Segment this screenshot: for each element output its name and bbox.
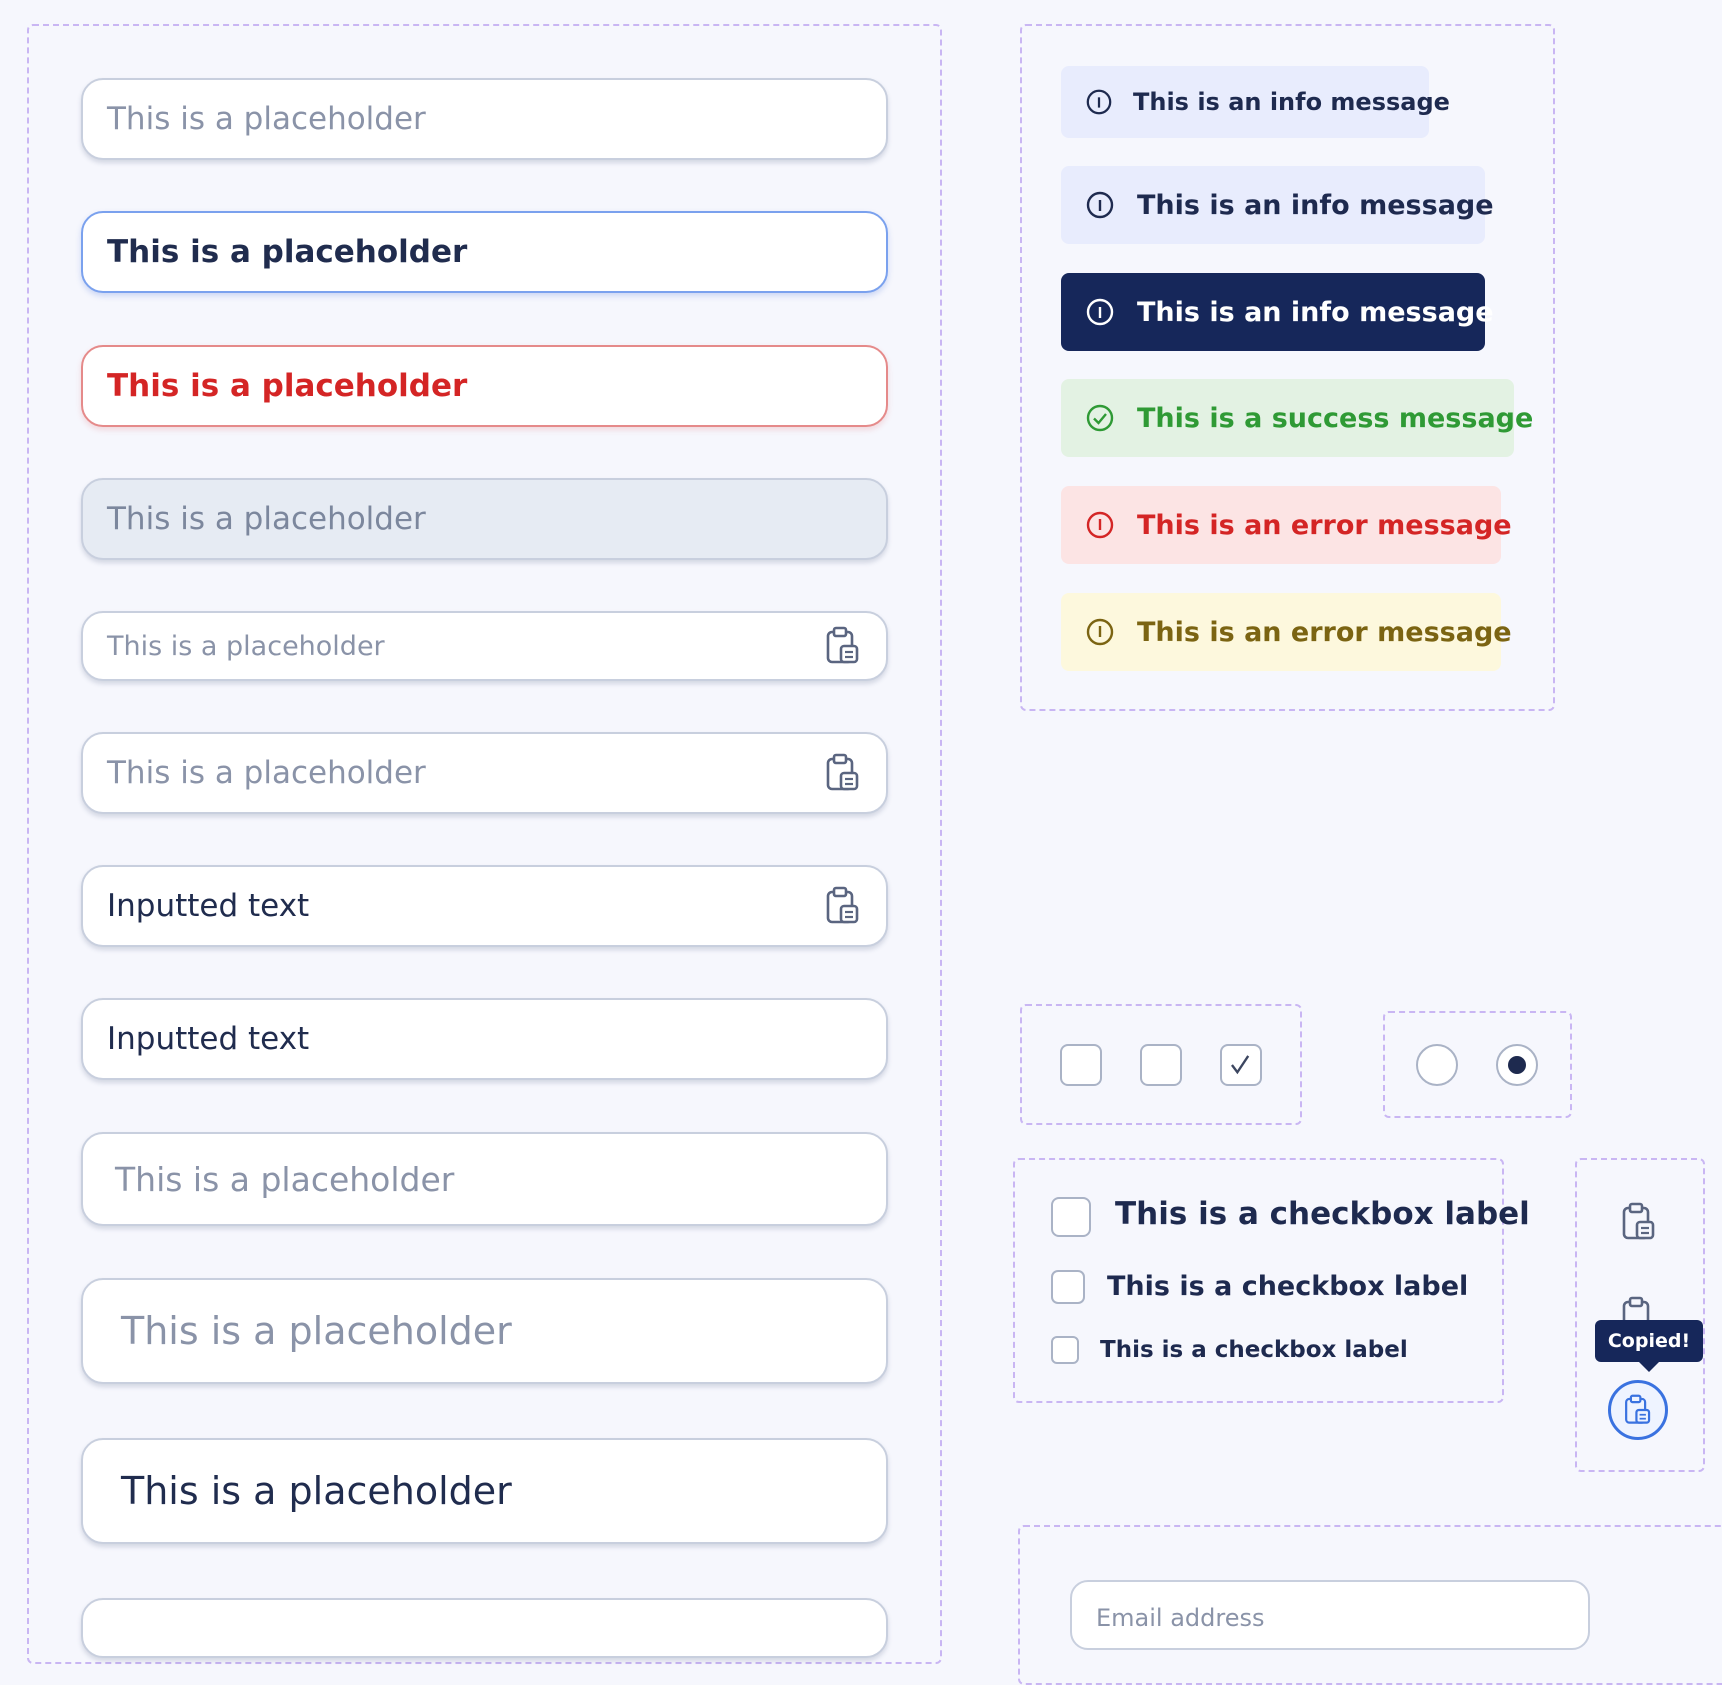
text-input-partial[interactable] — [81, 1598, 888, 1658]
text-input-small-with-copy[interactable]: This is a placeholder — [81, 611, 888, 681]
warning-message: This is an error message — [1061, 593, 1512, 671]
checkbox-unchecked[interactable] — [1060, 1044, 1102, 1086]
radio-dot — [1508, 1056, 1526, 1074]
text-input-medium[interactable]: This is a placeholder — [81, 1132, 888, 1226]
text-input-error[interactable]: This is a placeholder — [81, 345, 888, 427]
input-placeholder: This is a placeholder — [107, 501, 426, 537]
input-value: This is a placeholder — [121, 1469, 512, 1513]
success-message: This is a success message — [1061, 379, 1533, 457]
copy-button-active[interactable] — [1608, 1380, 1668, 1440]
checkbox-checked[interactable] — [1220, 1044, 1262, 1086]
checkbox-large[interactable] — [1051, 1197, 1091, 1237]
text-input-focused[interactable]: This is a placeholder — [81, 211, 888, 293]
info-message-dark: This is an info message — [1061, 273, 1494, 351]
input-value: Inputted text — [107, 1021, 310, 1057]
message-text: This is an error message — [1137, 616, 1512, 648]
text-input-filled[interactable]: Inputted text — [81, 998, 888, 1080]
text-input-with-copy[interactable]: This is a placeholder — [81, 732, 888, 814]
text-input-large-filled[interactable]: This is a placeholder — [81, 1438, 888, 1544]
input-placeholder: This is a placeholder — [115, 1159, 455, 1199]
error-icon — [1086, 511, 1114, 539]
text-input-large[interactable]: This is a placeholder — [81, 1278, 888, 1384]
input-value: Inputted text — [107, 888, 310, 924]
error-message: This is an error message — [1061, 486, 1512, 564]
text-input-filled-with-copy[interactable]: Inputted text — [81, 865, 888, 947]
clipboard-icon[interactable] — [824, 886, 862, 926]
input-placeholder: This is a placeholder — [107, 101, 426, 137]
radio-unselected[interactable] — [1416, 1044, 1458, 1086]
radio-states-group — [1383, 1011, 1572, 1118]
info-message: This is an info message — [1061, 166, 1494, 244]
checkbox-label[interactable]: This is a checkbox label — [1107, 1271, 1468, 1302]
clipboard-icon[interactable] — [824, 626, 862, 666]
clipboard-icon[interactable] — [824, 753, 862, 793]
message-text: This is an info message — [1133, 88, 1450, 116]
input-placeholder: This is a placeholder — [107, 234, 468, 270]
checkbox-unchecked[interactable] — [1140, 1044, 1182, 1086]
checkmark-icon — [1231, 1055, 1250, 1075]
input-placeholder: This is a placeholder — [121, 1309, 512, 1353]
copied-tooltip: Copied! — [1595, 1320, 1703, 1372]
text-input-disabled: This is a placeholder — [81, 478, 888, 560]
checkbox-label[interactable]: This is a checkbox label — [1100, 1337, 1408, 1363]
info-message-small: This is an info message — [1061, 66, 1450, 138]
info-icon — [1086, 191, 1114, 219]
email-placeholder: Email address — [1096, 1604, 1265, 1632]
tooltip-text: Copied! — [1607, 1330, 1691, 1352]
message-text: This is a success message — [1137, 402, 1534, 434]
message-text: This is an error message — [1137, 509, 1512, 541]
clipboard-icon[interactable] — [1620, 1202, 1658, 1242]
error-icon — [1086, 618, 1114, 646]
clipboard-icon — [1625, 1394, 1651, 1424]
text-input-default[interactable]: This is a placeholder — [81, 78, 888, 160]
message-text: This is an info message — [1137, 296, 1494, 328]
info-icon — [1086, 298, 1114, 326]
email-input[interactable]: Email address — [1070, 1580, 1590, 1650]
check-circle-icon — [1086, 404, 1114, 432]
radio-selected[interactable] — [1496, 1044, 1538, 1086]
checkbox-label[interactable]: This is a checkbox label — [1115, 1196, 1530, 1232]
input-placeholder: This is a placeholder — [107, 630, 385, 662]
message-text: This is an info message — [1137, 189, 1494, 221]
input-placeholder: This is a placeholder — [107, 368, 468, 404]
checkbox-medium[interactable] — [1051, 1270, 1085, 1304]
input-placeholder: This is a placeholder — [107, 755, 426, 791]
info-icon — [1086, 89, 1112, 115]
checkbox-small[interactable] — [1051, 1336, 1079, 1364]
